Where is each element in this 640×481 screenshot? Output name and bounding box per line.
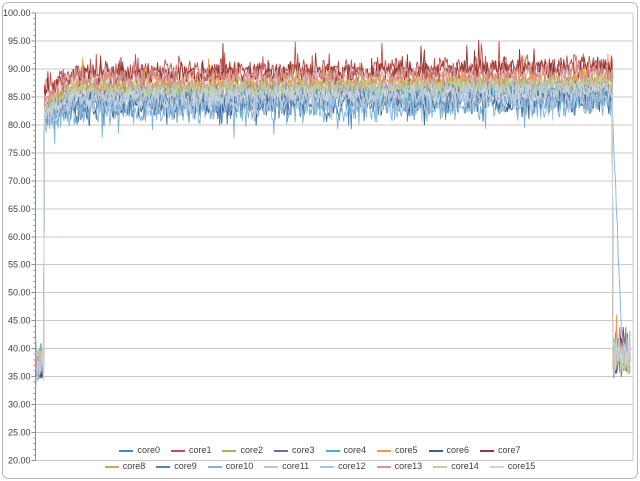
y-axis-tick-label: 20.00	[8, 456, 31, 466]
y-axis-tick-label: 90.00	[8, 64, 31, 74]
series-line-core14	[36, 75, 630, 375]
chart-frame: 100.00 95.00 90.00 85.00 80.00 75.00 70.00 65.0…	[2, 2, 638, 479]
y-axis-tick-label: 80.00	[8, 120, 31, 130]
y-axis-tick-label: 95.00	[8, 36, 31, 46]
y-axis-tick-label: 35.00	[8, 372, 31, 382]
y-axis-tick-label: 100.00	[3, 8, 31, 18]
series-line-core10	[36, 90, 630, 380]
y-axis-tick-label: 60.00	[8, 232, 31, 242]
y-axis-tick-label: 65.00	[8, 204, 31, 214]
y-axis-tick-label: 45.00	[8, 316, 31, 326]
y-axis-tick-label: 25.00	[8, 428, 31, 438]
y-axis-tick-label: 85.00	[8, 92, 31, 102]
series-line-core2	[36, 73, 630, 378]
y-axis-tick-label: 70.00	[8, 176, 31, 186]
y-axis-tick-label: 55.00	[8, 260, 31, 270]
y-axis-tick-label: 30.00	[8, 400, 31, 410]
y-axis-tick-label: 40.00	[8, 344, 31, 354]
y-axis-tick-label: 75.00	[8, 148, 31, 158]
series-line-core6	[36, 86, 630, 378]
y-axis-tick-label: 50.00	[8, 288, 31, 298]
line-chart-plot: 100.00 95.00 90.00 85.00 80.00 75.00 70.00 65.0…	[2, 2, 638, 479]
series-line-core12	[36, 87, 630, 374]
series-line-core4	[36, 78, 630, 370]
series-line-core15	[36, 82, 630, 388]
